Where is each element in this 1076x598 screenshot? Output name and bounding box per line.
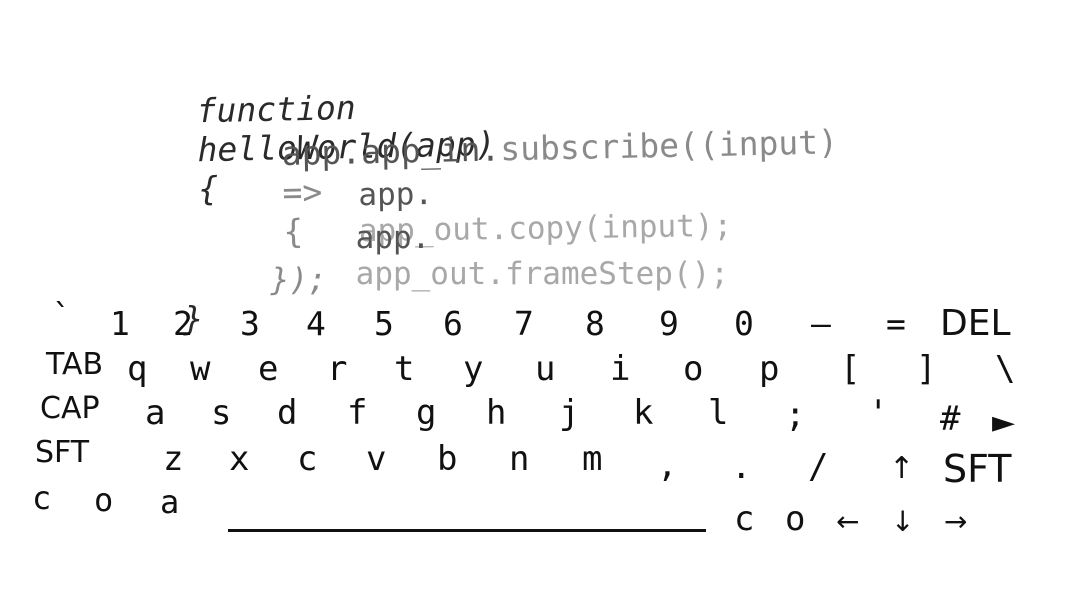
key-7[interactable]: 7	[514, 307, 534, 340]
key-caps[interactable]: CAP	[40, 394, 100, 424]
key-close-bracket[interactable]: ]	[916, 352, 936, 386]
key-comma[interactable]: ,	[657, 448, 677, 482]
key-b[interactable]: b	[437, 442, 457, 476]
key-hash[interactable]: #	[940, 402, 960, 436]
code-property: app_out.	[355, 256, 505, 292]
key-4[interactable]: 4	[306, 307, 326, 340]
key-shift-left[interactable]: SFT	[35, 438, 89, 468]
key-play[interactable]: ►	[992, 408, 1015, 438]
key-j[interactable]: j	[559, 396, 579, 430]
key-9[interactable]: 9	[659, 307, 679, 340]
key-h[interactable]: h	[486, 396, 506, 430]
key-backslash[interactable]: \	[995, 352, 1015, 386]
key-shift-right[interactable]: SFT	[943, 450, 1012, 488]
key-n[interactable]: n	[509, 442, 529, 476]
key-c[interactable]: c	[297, 442, 317, 476]
key-equals[interactable]: =	[886, 307, 906, 340]
key-r[interactable]: r	[327, 352, 347, 386]
key-a[interactable]: a	[145, 396, 165, 430]
key-5[interactable]: 5	[374, 307, 394, 340]
key-p[interactable]: p	[759, 352, 779, 386]
key-a-left[interactable]: a	[160, 486, 179, 518]
key-del[interactable]: DEL	[940, 306, 1011, 342]
key-y[interactable]: y	[463, 352, 483, 386]
key-x[interactable]: x	[229, 442, 249, 476]
key-t[interactable]: t	[394, 352, 414, 386]
key-f[interactable]: f	[347, 396, 367, 430]
key-e[interactable]: e	[258, 352, 278, 386]
key-s[interactable]: s	[211, 396, 231, 430]
key-u[interactable]: u	[535, 352, 555, 386]
key-2[interactable]: 2	[173, 307, 193, 340]
key-o[interactable]: o	[683, 352, 703, 386]
key-slash[interactable]: /	[808, 450, 828, 484]
key-period[interactable]: .	[731, 450, 751, 484]
space-bar[interactable]	[228, 529, 706, 532]
key-arrow-left[interactable]: ←	[836, 508, 859, 536]
key-d[interactable]: d	[277, 396, 297, 430]
code-method: frameStep();	[504, 256, 729, 292]
key-g[interactable]: g	[416, 396, 436, 430]
key-m[interactable]: m	[582, 442, 602, 476]
key-k[interactable]: k	[633, 396, 653, 430]
key-z[interactable]: z	[163, 442, 183, 476]
key-open-bracket[interactable]: [	[840, 352, 860, 386]
key-minus[interactable]: –	[811, 307, 831, 340]
key-arrow-up[interactable]: ↑	[889, 454, 914, 484]
key-arrow-down[interactable]: ↓	[891, 508, 914, 536]
key-l[interactable]: l	[708, 396, 728, 430]
key-6[interactable]: 6	[443, 307, 463, 340]
key-0[interactable]: 0	[734, 307, 754, 340]
code-close: });	[270, 262, 327, 298]
code-object: app.	[355, 220, 431, 256]
key-quote[interactable]: '	[868, 396, 888, 430]
key-c-left[interactable]: c	[32, 482, 51, 514]
key-o-left[interactable]: o	[94, 484, 113, 516]
key-w[interactable]: w	[190, 352, 210, 386]
key-backtick[interactable]: `	[52, 300, 71, 332]
key-1[interactable]: 1	[110, 307, 130, 340]
key-3[interactable]: 3	[240, 307, 260, 340]
key-o-right[interactable]: o	[785, 502, 805, 536]
key-arrow-right[interactable]: →	[944, 508, 967, 536]
key-i[interactable]: i	[610, 352, 630, 386]
key-c-right[interactable]: c	[734, 502, 754, 536]
key-q[interactable]: q	[127, 352, 147, 386]
key-v[interactable]: v	[366, 442, 386, 476]
key-tab[interactable]: TAB	[46, 350, 103, 380]
key-semicolon[interactable]: ;	[785, 398, 805, 432]
key-8[interactable]: 8	[585, 307, 605, 340]
